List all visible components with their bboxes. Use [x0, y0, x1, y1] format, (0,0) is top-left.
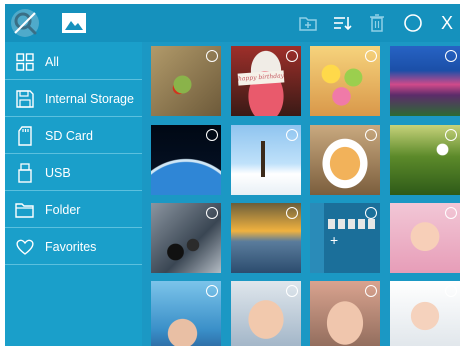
select-circle-icon[interactable]: [445, 129, 457, 141]
select-circle-icon[interactable]: [365, 50, 377, 62]
sidebar-item-favorites[interactable]: Favorites: [5, 229, 142, 265]
select-circle-icon[interactable]: [206, 207, 218, 219]
sidebar-item-internal-storage[interactable]: Internal Storage: [5, 81, 142, 117]
sidebar-item-usb[interactable]: USB: [5, 155, 142, 191]
select-circle-icon[interactable]: [286, 129, 298, 141]
sd-card-icon: [5, 118, 45, 154]
new-folder-icon[interactable]: [298, 13, 318, 33]
app-logo-icon[interactable]: [9, 7, 41, 39]
floppy-disk-icon: [5, 81, 45, 117]
sidebar-item-label: Folder: [45, 202, 81, 217]
select-all-circle-icon[interactable]: [403, 13, 423, 33]
photo-thumbnail-baby-closeup[interactable]: [310, 281, 380, 346]
close-icon[interactable]: X: [437, 13, 457, 33]
gallery-app: X All Internal Storage SD Card USB Folde…: [5, 4, 460, 346]
photo-thumbnail-mountain-biker[interactable]: [151, 203, 221, 273]
screenshot-files: [328, 219, 376, 229]
select-circle-icon[interactable]: [286, 207, 298, 219]
photo-thumbnail-earth[interactable]: [151, 125, 221, 195]
sidebar-item-label: Favorites: [45, 239, 97, 254]
grid-icon: [5, 44, 45, 80]
photo-thumbnail-baby-blue[interactable]: [151, 281, 221, 346]
select-circle-icon[interactable]: [365, 129, 377, 141]
sidebar-item-label: All: [45, 54, 59, 69]
select-circle-icon[interactable]: [206, 129, 218, 141]
photo-thumbnail-golf[interactable]: [390, 125, 460, 195]
screenshot-sidebar: [310, 203, 324, 273]
sidebar-item-label: SD Card: [45, 128, 93, 143]
sidebar-item-sd-card[interactable]: SD Card: [5, 118, 142, 154]
sidebar-item-label: USB: [45, 165, 71, 180]
pictures-icon[interactable]: [61, 12, 87, 34]
select-circle-icon[interactable]: [445, 285, 457, 297]
top-toolbar: X: [5, 4, 460, 42]
select-circle-icon[interactable]: [445, 207, 457, 219]
select-circle-icon[interactable]: [365, 207, 377, 219]
photo-thumbnail-app-screenshot[interactable]: +: [310, 203, 380, 273]
sidebar-item-label: Internal Storage: [45, 91, 134, 106]
thumbnail-grid: happy birthday +: [142, 42, 460, 346]
sidebar-item-folder[interactable]: Folder: [5, 192, 142, 228]
photo-thumbnail-mountain-lake[interactable]: [390, 46, 460, 116]
photo-thumbnail-snowy-tree[interactable]: [231, 125, 301, 195]
usb-icon: [5, 155, 45, 191]
photo-thumbnail-frog[interactable]: [151, 46, 221, 116]
sidebar: All Internal Storage SD Card USB Folder: [5, 42, 142, 346]
delete-icon[interactable]: [367, 13, 387, 33]
photo-thumbnail-baby-towel[interactable]: [390, 281, 460, 346]
cake-caption: happy birthday: [237, 70, 285, 86]
photo-thumbnail-birthday-cake[interactable]: happy birthday: [231, 46, 301, 116]
photo-thumbnail-easter-eggs[interactable]: [310, 46, 380, 116]
photo-thumbnail-baby-pink[interactable]: [390, 203, 460, 273]
select-circle-icon[interactable]: [206, 50, 218, 62]
sidebar-item-all[interactable]: All: [5, 44, 142, 80]
heart-icon: [5, 229, 45, 265]
select-circle-icon[interactable]: [365, 285, 377, 297]
plus-icon: +: [330, 232, 339, 248]
photo-thumbnail-pasta[interactable]: [310, 125, 380, 195]
select-circle-icon[interactable]: [206, 285, 218, 297]
photo-thumbnail-sunset-lake[interactable]: [231, 203, 301, 273]
photo-thumbnail-baby-grey[interactable]: [231, 281, 301, 346]
select-circle-icon[interactable]: [445, 50, 457, 62]
select-circle-icon[interactable]: [286, 50, 298, 62]
select-circle-icon[interactable]: [286, 285, 298, 297]
folder-icon: [5, 192, 45, 228]
sort-icon[interactable]: [332, 13, 352, 33]
